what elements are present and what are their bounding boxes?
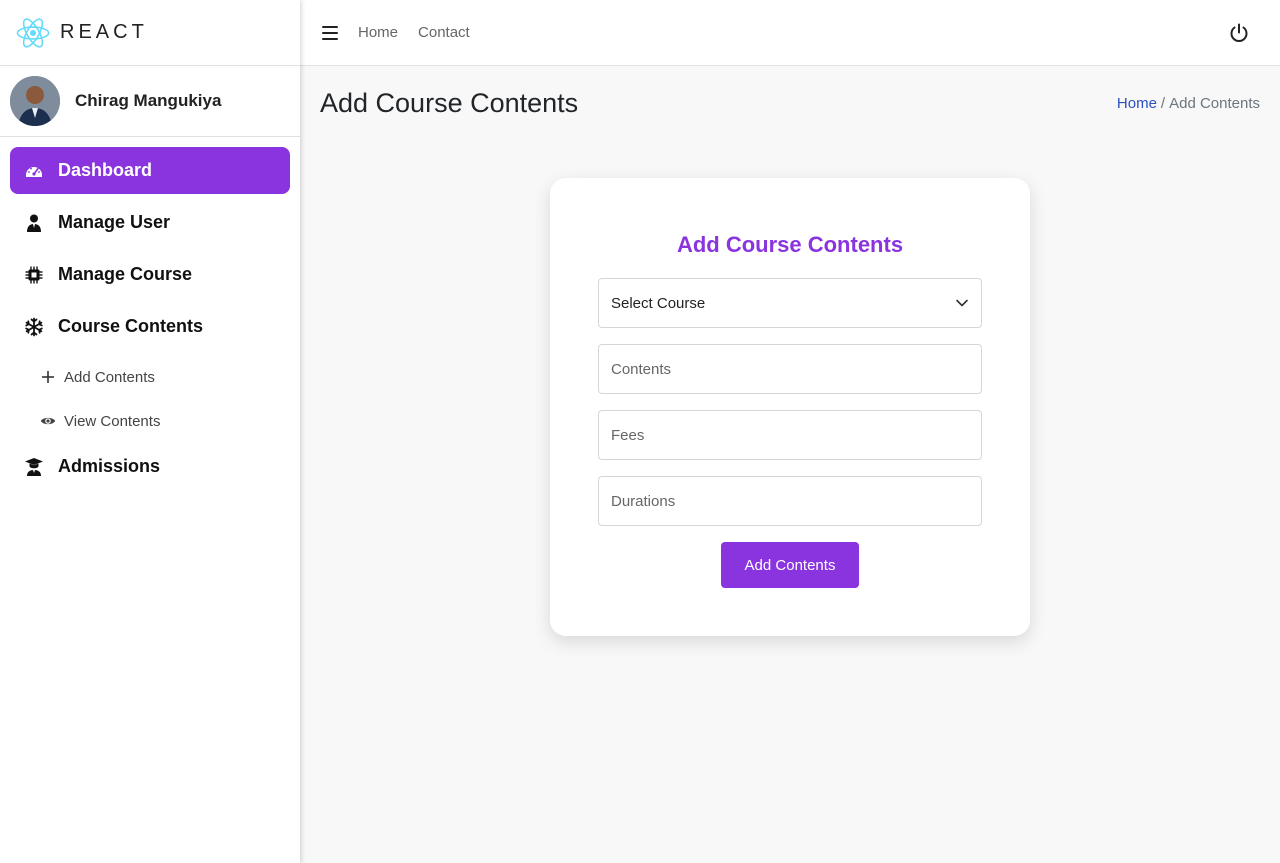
sidebar-item-manage-course[interactable]: Manage Course [10, 251, 290, 298]
chevron-down-icon [956, 299, 968, 307]
sidebar-item-course-contents[interactable]: Course Contents [10, 303, 290, 350]
contents-input[interactable] [598, 344, 982, 394]
course-select-value: Select Course [611, 294, 706, 312]
chip-icon [24, 265, 44, 285]
sidebar-item-manage-user[interactable]: Manage User [10, 199, 290, 246]
page-title: Add Course Contents [320, 88, 579, 118]
sidebar-item-label: Manage Course [58, 264, 193, 284]
avatar[interactable] [10, 76, 60, 126]
breadcrumb-separator: / [1160, 95, 1166, 112]
sidebar-subitem-add-contents[interactable]: Add Contents [10, 355, 290, 399]
sidebar-item-dashboard[interactable]: Dashboard [10, 147, 290, 194]
brand[interactable]: REACT [0, 0, 300, 66]
breadcrumb: Home / Add Contents [1117, 95, 1260, 112]
eye-icon [40, 413, 56, 429]
sidebar-item-label: Dashboard [58, 160, 153, 180]
breadcrumb-home-link[interactable]: Home [1117, 95, 1157, 112]
snowflake-icon [24, 317, 44, 337]
top-navbar: Home Contact [300, 0, 1280, 66]
course-select[interactable]: Select Course [598, 278, 982, 328]
brand-name: REACT [60, 21, 148, 43]
form-title: Add Course Contents [676, 232, 904, 257]
sidebar-nav: Dashboard Manage User Manage Course Cour… [0, 137, 300, 490]
sidebar-item-admissions[interactable]: Admissions [10, 443, 290, 490]
nav-link-home[interactable]: Home [358, 24, 398, 41]
sidebar-item-label: Admissions [58, 456, 161, 476]
graduate-icon [24, 457, 44, 477]
sidebar-subitem-label: Add Contents [64, 368, 155, 386]
breadcrumb-current: Add Contents [1169, 95, 1260, 112]
sidebar-subitem-label: View Contents [64, 412, 161, 430]
dashboard-icon [24, 161, 44, 181]
hamburger-icon[interactable] [322, 25, 338, 40]
sidebar-item-label: Manage User [58, 212, 171, 232]
add-contents-button[interactable]: Add Contents [721, 542, 859, 588]
sidebar-subitem-view-contents[interactable]: View Contents [10, 399, 290, 443]
sidebar: REACT Chirag Mangukiya Dashboard Manage … [0, 0, 300, 863]
user-panel[interactable]: Chirag Mangukiya [0, 66, 300, 137]
power-icon[interactable] [1228, 22, 1250, 44]
sidebar-item-label: Course Contents [58, 316, 204, 336]
fees-input[interactable] [598, 410, 982, 460]
durations-input[interactable] [598, 476, 982, 526]
user-icon [24, 213, 44, 233]
react-logo-icon [16, 17, 50, 48]
user-name: Chirag Mangukiya [75, 91, 222, 110]
user-avatar-icon [10, 76, 60, 126]
nav-link-contact[interactable]: Contact [418, 24, 470, 41]
plus-icon [40, 369, 56, 385]
add-course-contents-card: Add Course Contents Select Course Add Co… [550, 178, 1030, 636]
